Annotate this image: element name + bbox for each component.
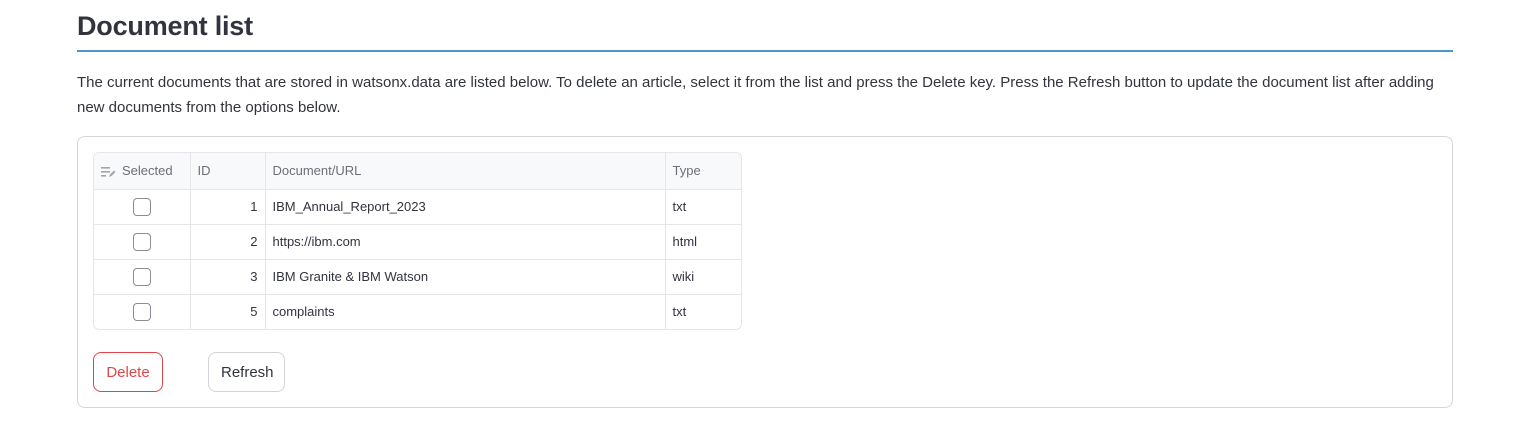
description-text: The current documents that are stored in…: [77, 74, 1434, 116]
refresh-button[interactable]: Refresh: [208, 352, 285, 392]
column-header-selected[interactable]: Selected: [94, 153, 191, 190]
selected-cell[interactable]: [94, 294, 191, 329]
column-header-document[interactable]: Document/URL: [265, 153, 666, 190]
row-checkbox[interactable]: [132, 197, 151, 216]
type-cell: html: [665, 224, 741, 260]
selected-cell[interactable]: [94, 259, 191, 295]
selected-cell[interactable]: [94, 224, 191, 260]
document-cell: complaints: [265, 294, 666, 329]
column-header-type[interactable]: Type: [665, 153, 741, 190]
type-cell: txt: [665, 189, 741, 225]
table-header-row: Selected ID Document/URL Type: [94, 153, 741, 190]
column-header-label: Selected: [122, 163, 173, 179]
delete-button[interactable]: Delete: [93, 352, 163, 392]
document-cell: IBM_Annual_Report_2023: [265, 189, 666, 225]
id-cell: 5: [190, 294, 266, 329]
table-row[interactable]: 5 complaints txt: [94, 294, 741, 329]
document-list-container: Selected ID Document/URL Type 1 IBM_Annu…: [77, 136, 1453, 408]
table-row[interactable]: 1 IBM_Annual_Report_2023 txt: [94, 189, 741, 225]
row-checkbox[interactable]: [132, 232, 151, 251]
type-cell: wiki: [665, 259, 741, 295]
type-cell: txt: [672, 304, 687, 320]
row-checkbox[interactable]: [132, 267, 151, 286]
edit-list-icon: [101, 166, 116, 177]
document-table: Selected ID Document/URL Type 1 IBM_Annu…: [93, 152, 742, 330]
row-checkbox[interactable]: [132, 302, 151, 321]
document-cell: https://ibm.com: [265, 224, 666, 260]
id-cell: 1: [190, 189, 266, 225]
document-cell: IBM Granite & IBM Watson: [265, 259, 666, 295]
id-cell: 3: [190, 259, 266, 295]
selected-cell[interactable]: [94, 189, 191, 225]
section-heading: Document list: [77, 6, 1453, 52]
page-title: Document list: [77, 11, 253, 41]
column-header-id[interactable]: ID: [190, 153, 266, 190]
id-cell: 2: [190, 224, 266, 260]
document-list-page: Document list The current documents that…: [0, 0, 1532, 421]
table-row[interactable]: 2 https://ibm.com html: [94, 224, 741, 260]
table-row[interactable]: 3 IBM Granite & IBM Watson wiki: [94, 259, 741, 295]
